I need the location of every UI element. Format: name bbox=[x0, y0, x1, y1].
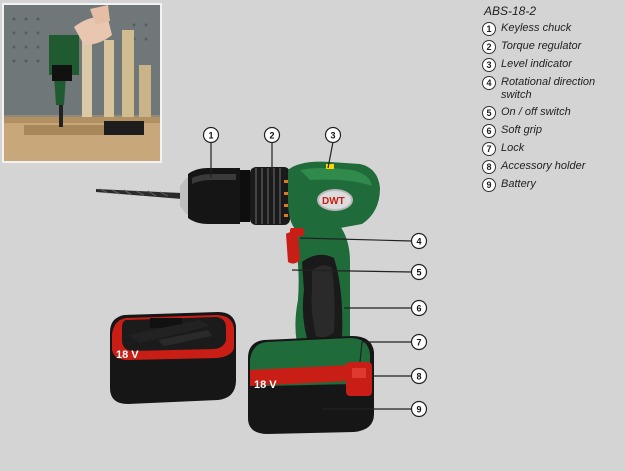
legend-item: 6 Soft grip bbox=[482, 124, 622, 138]
legend-number: 8 bbox=[482, 160, 496, 174]
legend-item: 5 On / off switch bbox=[482, 106, 622, 120]
callout-4-number: 4 bbox=[416, 237, 421, 247]
legend-label: Rotational direction switch bbox=[501, 76, 596, 101]
product-illustration: 18 V DWT 18 V 1 2 3 4 5 6 7 8 9 ABS-18-2… bbox=[0, 0, 625, 471]
legend-label: Torque regulator bbox=[501, 40, 582, 52]
model-title: ABS-18-2 bbox=[484, 4, 537, 18]
legend-item: 7 Lock bbox=[482, 142, 622, 156]
battery-voltage: 18 V bbox=[254, 379, 277, 391]
callout-1-number: 1 bbox=[208, 131, 213, 141]
lock-button bbox=[346, 362, 372, 396]
legend-number: 4 bbox=[482, 76, 496, 90]
legend-label: Level indicator bbox=[501, 58, 572, 70]
drill-bit bbox=[96, 188, 182, 199]
legend-item: 4 Rotational direction switch bbox=[482, 76, 622, 102]
callout-7-number: 7 bbox=[416, 338, 421, 348]
callout-9-number: 9 bbox=[416, 405, 421, 415]
callout-5-number: 5 bbox=[416, 268, 421, 278]
legend-number: 2 bbox=[482, 40, 496, 54]
legend-label: Soft grip bbox=[501, 124, 542, 136]
legend-number: 7 bbox=[482, 142, 496, 156]
spare-battery-voltage: 18 V bbox=[116, 349, 139, 361]
legend-item: 8 Accessory holder bbox=[482, 160, 622, 174]
legend-number: 1 bbox=[482, 22, 496, 36]
legend-list: 1 Keyless chuck 2 Torque regulator 3 Level … bbox=[482, 22, 622, 192]
legend-item: 9 Battery bbox=[482, 178, 622, 192]
torque-regulator bbox=[250, 167, 290, 225]
legend-item: 3 Level indicator bbox=[482, 58, 622, 72]
callout-8-number: 8 bbox=[416, 372, 421, 382]
legend-number: 9 bbox=[482, 178, 496, 192]
legend-item: 2 Torque regulator bbox=[482, 40, 622, 54]
callout-2-number: 2 bbox=[269, 131, 274, 141]
spare-battery: 18 V bbox=[110, 312, 236, 404]
legend-label: On / off switch bbox=[501, 106, 571, 118]
legend-number: 6 bbox=[482, 124, 496, 138]
legend-label: Lock bbox=[501, 142, 525, 154]
legend-number: 5 bbox=[482, 106, 496, 120]
callout-3-number: 3 bbox=[330, 131, 335, 141]
legend-label: Keyless chuck bbox=[501, 22, 572, 34]
legend-number: 3 bbox=[482, 58, 496, 72]
callout-6-number: 6 bbox=[416, 304, 421, 314]
legend-label: Accessory holder bbox=[501, 160, 586, 172]
brand-logo: DWT bbox=[322, 196, 345, 207]
legend-item: 1 Keyless chuck bbox=[482, 22, 622, 36]
keyless-chuck bbox=[180, 168, 250, 224]
drill-housing: DWT bbox=[288, 161, 380, 232]
parts-legend: ABS-18-2 1 Keyless chuck 2 Torque regulato… bbox=[482, 4, 622, 196]
legend-label: Battery bbox=[501, 178, 536, 190]
